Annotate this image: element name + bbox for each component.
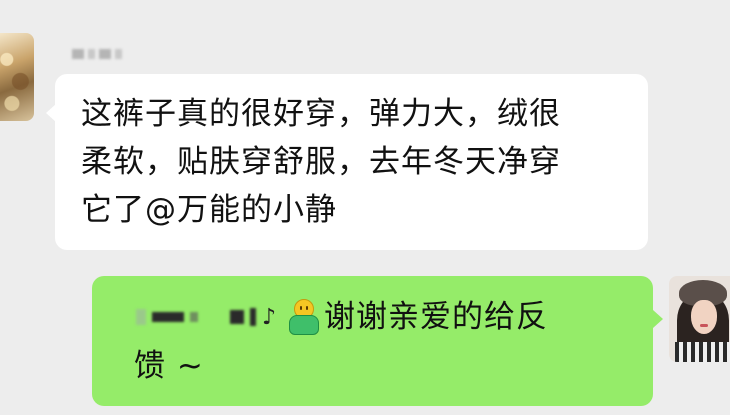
avatar-shirt (675, 342, 730, 362)
sender-avatar[interactable] (0, 33, 34, 121)
outgoing-message-text-line-2: 馈 ~ (134, 348, 204, 384)
avatar-face (691, 300, 717, 334)
self-avatar[interactable] (669, 276, 730, 362)
sender-name-redacted (72, 44, 122, 64)
outgoing-message-line-1: ♪ 谢谢亲爱的给反 (136, 292, 633, 342)
avatar-lips (700, 324, 708, 327)
sender-avatar-image (0, 33, 34, 121)
smiling-person-emoji-icon (286, 299, 320, 335)
incoming-message-text: 这裤子真的很好穿，弹力大，绒很 柔软，贴肤穿舒服，去年冬天净穿 它了@万能的小静 (81, 96, 561, 228)
redacted-mention (136, 308, 256, 326)
music-note-icon: ♪ (262, 304, 277, 330)
outgoing-message-text: 谢谢亲爱的给反 (324, 299, 549, 335)
outgoing-message-bubble[interactable]: ♪ 谢谢亲爱的给反 馈 ~ (92, 276, 663, 406)
incoming-message-bubble[interactable]: 这裤子真的很好穿，弹力大，绒很 柔软，贴肤穿舒服，去年冬天净穿 它了@万能的小静 (46, 74, 648, 250)
